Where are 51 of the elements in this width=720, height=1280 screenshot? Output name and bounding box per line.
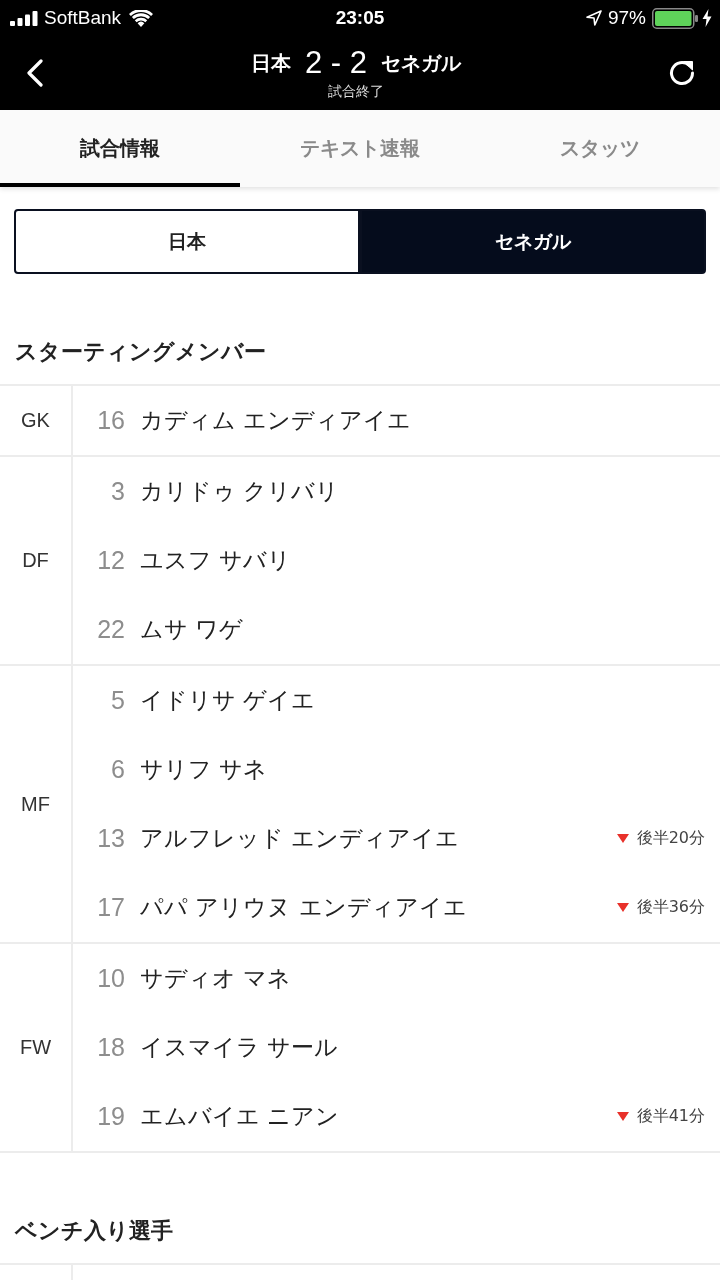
clock-time: 23:05 xyxy=(335,7,385,29)
player-name: イスマイラ サール xyxy=(140,1033,339,1062)
down-triangle-icon xyxy=(616,834,629,843)
team-toggle-button[interactable]: 日本 xyxy=(14,209,360,274)
position-label: DF xyxy=(22,549,49,572)
player-name: サディオ マネ xyxy=(140,964,292,993)
back-icon[interactable] xyxy=(26,59,44,87)
carrier-name: SoftBank xyxy=(44,7,122,29)
down-triangle-icon xyxy=(616,903,629,912)
home-team-name: 日本 xyxy=(251,49,291,77)
shirt-number: 5 xyxy=(110,686,125,715)
substitution-time: 後半20分 xyxy=(636,828,705,849)
match-status: 試合終了 xyxy=(328,83,384,101)
player-name: カリドゥ クリバリ xyxy=(140,477,340,506)
substitution-time: 後半41分 xyxy=(636,1106,705,1127)
charging-bolt-icon xyxy=(702,9,712,27)
position-label: GK xyxy=(21,409,50,432)
wifi-icon xyxy=(129,9,154,27)
player-name: サリフ サネ xyxy=(140,755,268,784)
section-heading: スターティングメンバー xyxy=(15,338,266,366)
shirt-number: 10 xyxy=(96,964,125,993)
battery-percent: 97% xyxy=(607,7,646,29)
team-toggle-button[interactable]: セネガル xyxy=(360,209,706,274)
player-name: エムバイエ ニアン xyxy=(140,1102,340,1131)
shirt-number: 12 xyxy=(96,546,125,575)
match-score: 2 - 2 xyxy=(305,45,367,81)
position-label: MF xyxy=(21,792,50,816)
shirt-number: 18 xyxy=(96,1033,125,1062)
player-name: アルフレッド エンディアイエ xyxy=(140,824,460,853)
shirt-number: 6 xyxy=(110,755,125,784)
player-name: イドリサ ゲイエ xyxy=(140,686,316,715)
signal-icon xyxy=(10,10,38,26)
shirt-number: 19 xyxy=(96,1102,125,1131)
shirt-number: 22 xyxy=(96,615,125,644)
away-team-name: セネガル xyxy=(381,49,461,77)
shirt-number: 3 xyxy=(110,477,125,506)
location-arrow-icon xyxy=(585,10,602,26)
tab[interactable]: 試合情報 xyxy=(0,110,240,187)
refresh-icon[interactable] xyxy=(668,59,696,87)
player-name: パパ アリウヌ エンディアイエ xyxy=(140,893,467,922)
battery-icon xyxy=(652,7,698,29)
down-triangle-icon xyxy=(616,1112,629,1121)
shirt-number: 13 xyxy=(96,824,125,853)
substitution-time: 後半36分 xyxy=(636,897,705,918)
player-name: カディム エンディアイエ xyxy=(140,406,412,435)
section-heading: ベンチ入り選手 xyxy=(15,1217,173,1245)
shirt-number: 16 xyxy=(96,406,125,435)
shirt-number: 17 xyxy=(96,893,125,922)
player-name: ユスフ サバリ xyxy=(140,546,292,575)
position-label: FW xyxy=(19,1036,52,1059)
player-name: ムサ ワゲ xyxy=(140,615,244,644)
